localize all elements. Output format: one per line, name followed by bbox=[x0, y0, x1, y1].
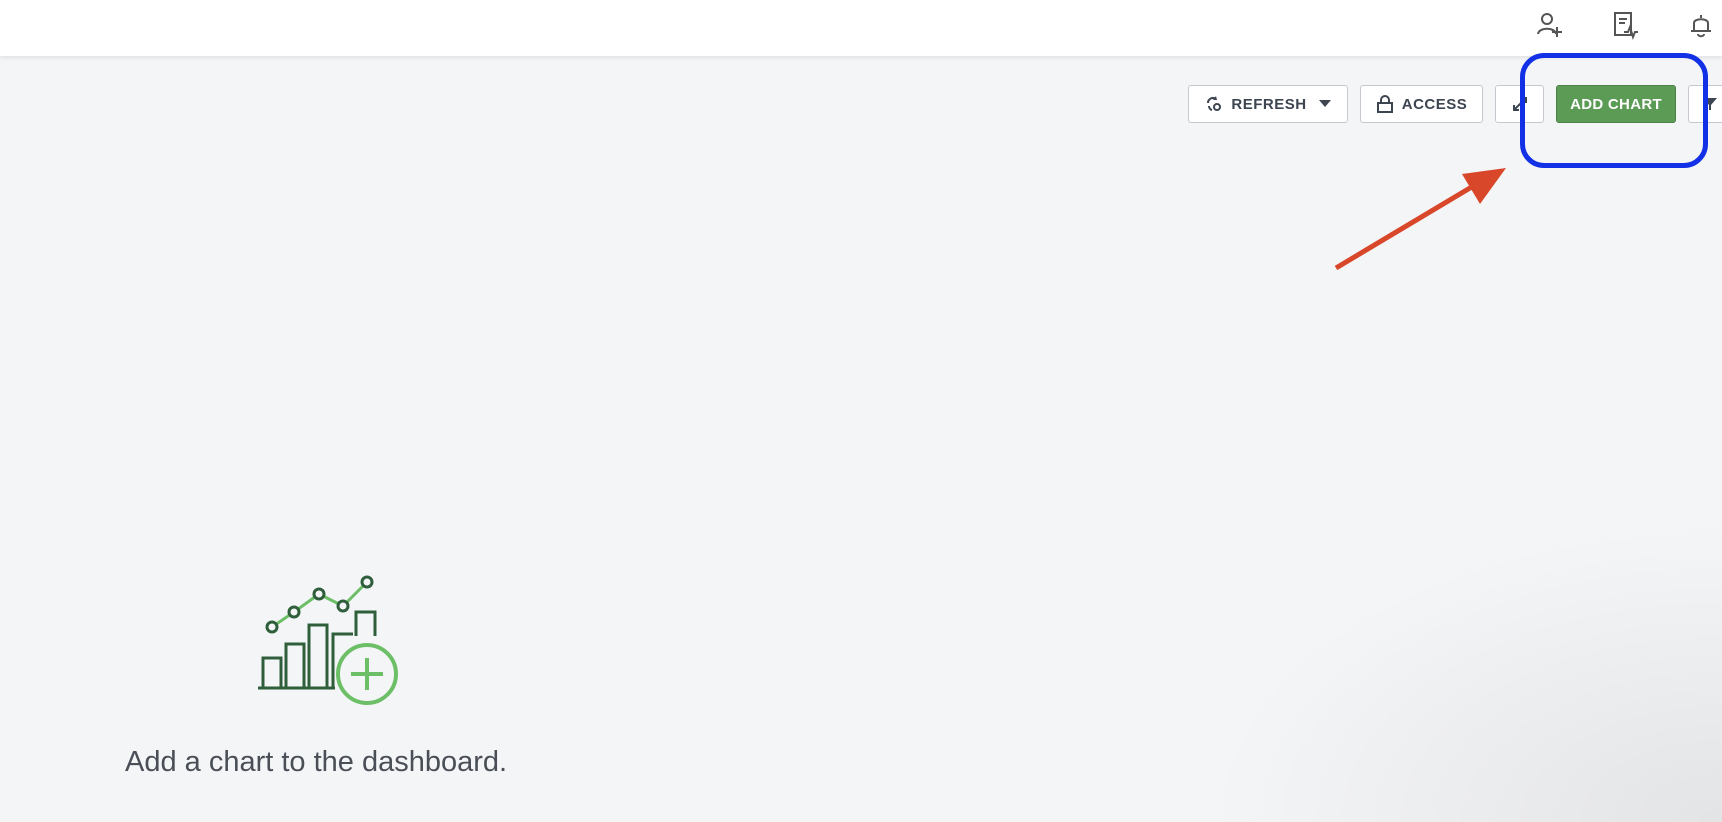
lock-icon bbox=[1376, 94, 1394, 114]
access-button[interactable]: ACCESS bbox=[1360, 85, 1483, 123]
refresh-button[interactable]: REFRESH bbox=[1188, 85, 1348, 123]
filter-icon bbox=[1703, 98, 1717, 110]
invite-user-icon[interactable] bbox=[1535, 10, 1565, 40]
top-bar bbox=[0, 0, 1722, 56]
fullscreen-button[interactable] bbox=[1495, 85, 1544, 123]
activity-log-icon[interactable] bbox=[1610, 10, 1640, 40]
refresh-settings-icon bbox=[1205, 95, 1223, 113]
filter-button[interactable] bbox=[1688, 85, 1722, 123]
expand-arrows-icon bbox=[1511, 95, 1529, 113]
empty-state-message: Add a chart to the dashboard. bbox=[125, 746, 508, 778]
chart-add-icon bbox=[258, 575, 398, 705]
bell-icon[interactable] bbox=[1686, 10, 1716, 40]
add-chart-label: ADD CHART bbox=[1570, 95, 1662, 113]
refresh-label: REFRESH bbox=[1231, 95, 1307, 113]
pointer-arrow-annotation bbox=[1334, 168, 1506, 271]
add-chart-button[interactable]: ADD CHART bbox=[1556, 85, 1676, 123]
background-shade bbox=[1202, 522, 1722, 822]
caret-down-icon bbox=[1318, 100, 1331, 108]
access-label: ACCESS bbox=[1401, 95, 1468, 113]
